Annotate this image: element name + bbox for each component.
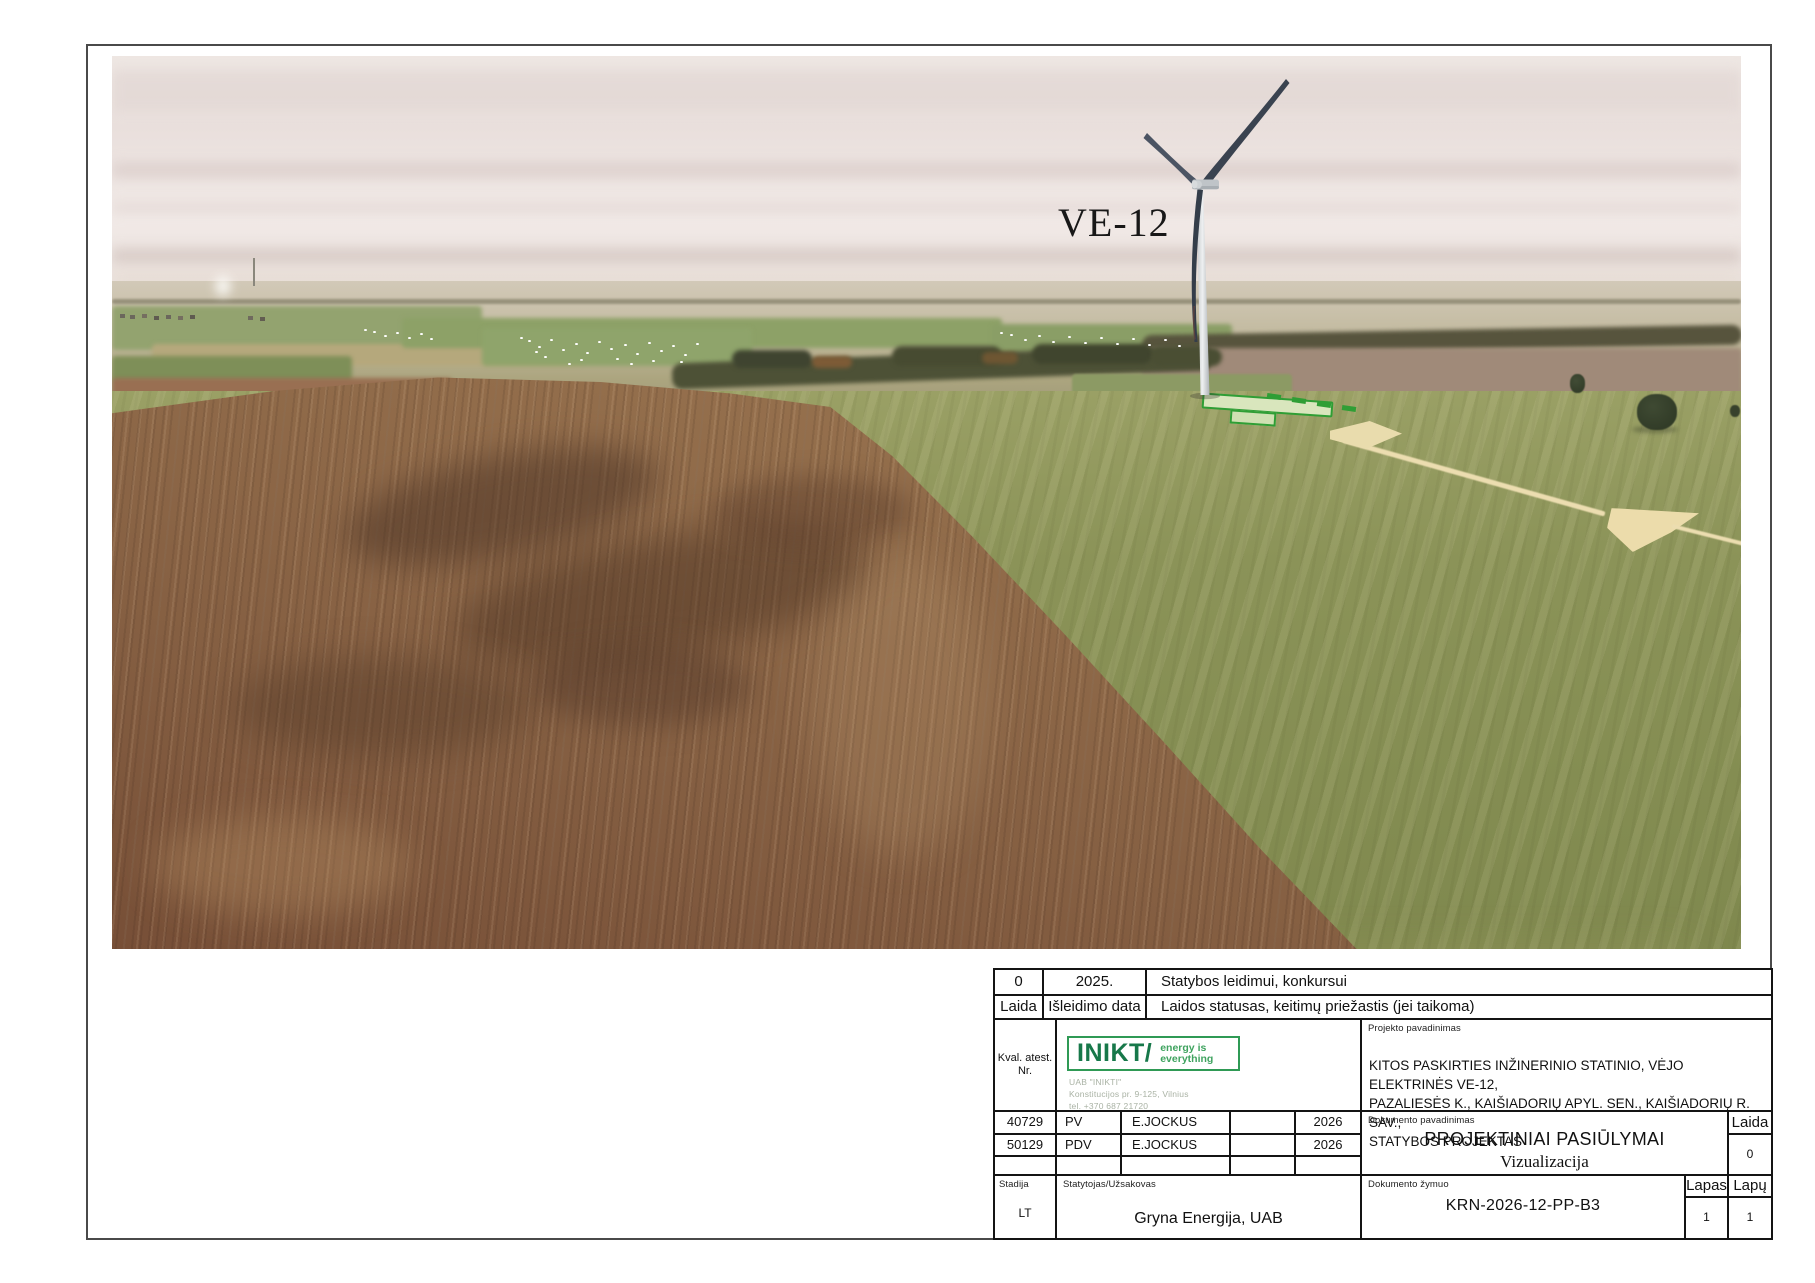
autumn-tree	[812, 356, 852, 368]
soil-blotch	[812, 556, 992, 856]
sky-haze	[112, 248, 1741, 264]
revision-status: Statybos leidimui, konkursui	[1147, 970, 1771, 994]
smoke-plume	[215, 276, 231, 296]
title-block: 0 2025. Statybos leidimui, konkursui Lai…	[993, 968, 1773, 1240]
document-subtitle: Vizualizacija	[1362, 1152, 1727, 1172]
qualification-cell: Kval. atest. Nr.	[995, 1020, 1055, 1110]
revision-header-status: Laidos statusas, keitimų priežastis (jei…	[1147, 996, 1771, 1018]
doc-mark-value: KRN-2026-12-PP-B3	[1362, 1190, 1684, 1222]
field-patch	[482, 328, 752, 366]
stage-value: LT	[995, 1194, 1055, 1234]
sheet-header: Lapas	[1686, 1176, 1727, 1196]
turbine-nose-cone	[1192, 181, 1198, 189]
table-line	[993, 1155, 1360, 1157]
distant-mast	[253, 258, 255, 286]
client-label: Statytojas/Užsakovas	[1063, 1179, 1156, 1190]
signature-cert: 40729	[995, 1112, 1055, 1133]
client-value: Gryna Energija, UAB	[1057, 1200, 1360, 1238]
company-name: UAB "INIKTI"	[1069, 1077, 1121, 1087]
signature-sign	[1231, 1112, 1294, 1133]
doc-mark-cell: Dokumento žymuo KRN-2026-12-PP-B3	[1362, 1176, 1684, 1238]
signature-year: 2026	[1296, 1135, 1360, 1155]
tree	[1730, 405, 1740, 417]
project-label: Projekto pavadinimas	[1368, 1023, 1461, 1034]
doc-mark-label: Dokumento žymuo	[1368, 1179, 1449, 1190]
company-address: Konstitucijos pr. 9-125, Vilnius	[1069, 1089, 1189, 1099]
soil-blotch	[152, 816, 412, 916]
sky-haze	[112, 202, 1741, 214]
tree	[1637, 394, 1677, 430]
drawing-sheet: VE-12 0 2025. Statybos leidimui, konkurs…	[0, 0, 1815, 1283]
sheet-value: 1	[1686, 1198, 1727, 1238]
client-cell: Statytojas/Užsakovas Gryna Energija, UAB	[1057, 1176, 1360, 1238]
turbine-blade	[1203, 79, 1290, 187]
farm-buildings	[120, 314, 125, 318]
table-line	[1771, 968, 1773, 1240]
bird-flock	[520, 337, 523, 339]
laida-header: Laida	[1729, 1112, 1771, 1133]
document-name-cell: Dokumento pavadinimas PROJEKTINIAI PASIŪ…	[1362, 1112, 1727, 1174]
laida-value: 0	[1729, 1135, 1771, 1174]
visualization-photo: VE-12	[112, 56, 1741, 949]
soil-blotch	[712, 476, 912, 546]
turbine-blade	[1144, 133, 1198, 185]
sky-haze	[112, 162, 1741, 178]
sheets-total-value: 1	[1729, 1198, 1771, 1238]
signature-name: E.JOCKUS	[1122, 1135, 1229, 1155]
revision-header-date: Išleidimo data	[1044, 996, 1145, 1018]
company-phone: tel. +370 687 21720	[1069, 1101, 1148, 1111]
sky-haze	[112, 70, 1741, 112]
qualification-line2: Nr.	[1018, 1065, 1032, 1078]
tree-clump	[732, 350, 812, 368]
signature-cert: 50129	[995, 1135, 1055, 1155]
table-line	[993, 1238, 1773, 1240]
document-title: PROJEKTINIAI PASIŪLYMAI	[1362, 1129, 1727, 1150]
company-cell: INIKT/ energy is everything UAB "INIKTI"…	[1056, 1020, 1360, 1110]
turbine-id-label: VE-12	[1058, 199, 1188, 246]
autumn-tree	[982, 352, 1018, 364]
bird-flock	[364, 329, 367, 331]
sheets-total-header: Lapų	[1729, 1176, 1771, 1196]
signature-year: 2026	[1296, 1112, 1360, 1133]
signature-role: PV	[1057, 1112, 1120, 1133]
inikti-logo: INIKT/ energy is everything	[1067, 1036, 1240, 1071]
soil-blotch	[532, 646, 752, 726]
stage-label: Stadija	[999, 1179, 1029, 1190]
document-label: Dokumento pavadinimas	[1368, 1115, 1475, 1126]
logo-tagline: energy is everything	[1160, 1043, 1213, 1065]
distant-treeline	[112, 299, 1741, 304]
qualification-line1: Kval. atest.	[998, 1052, 1052, 1065]
signature-sign	[1231, 1135, 1294, 1155]
revision-header-laida: Laida	[995, 996, 1042, 1018]
tree	[1570, 374, 1585, 393]
project-name-cell: Projekto pavadinimas KITOS PASKIRTIES IN…	[1362, 1020, 1771, 1110]
signature-role: PDV	[1057, 1135, 1120, 1155]
soil-blotch	[232, 656, 532, 756]
revision-date: 2025.	[1044, 970, 1145, 994]
bird-flock	[1000, 332, 1003, 334]
stage-cell: Stadija LT	[995, 1176, 1055, 1238]
logo-wordmark: INIKT/	[1077, 1039, 1152, 1068]
revision-number: 0	[995, 970, 1042, 994]
signature-name: E.JOCKUS	[1122, 1112, 1229, 1133]
